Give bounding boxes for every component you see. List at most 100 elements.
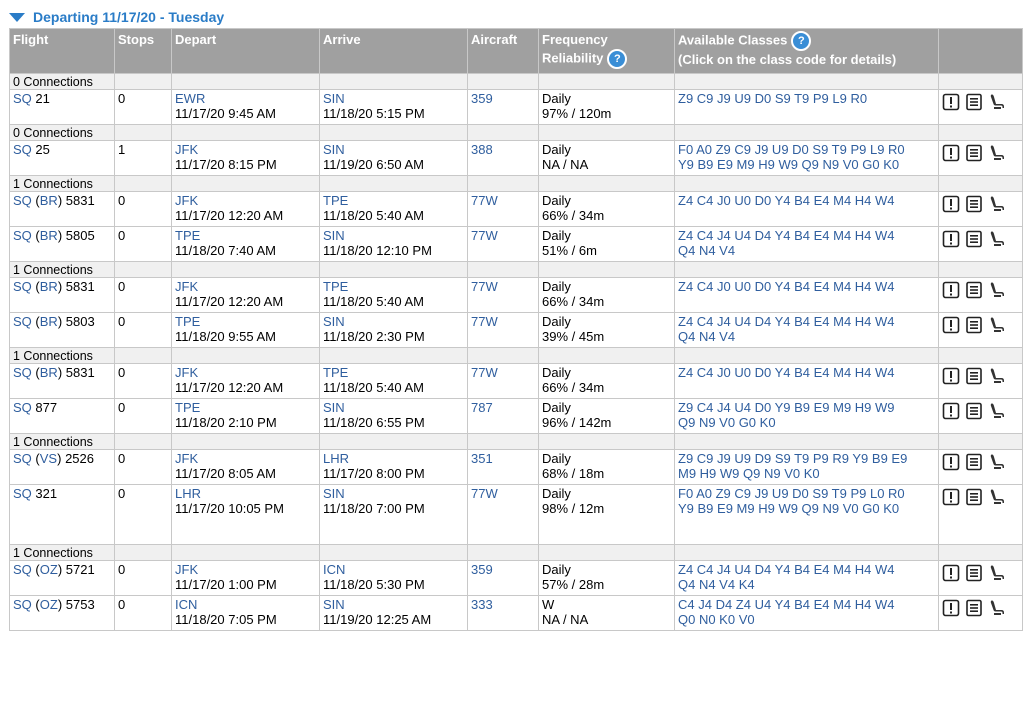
alert-icon[interactable]	[942, 281, 960, 299]
class-codes-line[interactable]: Q4 N4 V4 K4	[678, 577, 935, 592]
class-codes-line[interactable]: Y9 B9 E9 M9 H9 W9 Q9 N9 V0 G0 K0	[678, 501, 935, 516]
classes-help-icon[interactable]: ?	[791, 31, 812, 51]
seat-icon[interactable]	[988, 93, 1006, 111]
depart-airport-link[interactable]: ICN	[175, 597, 316, 612]
aircraft-link[interactable]: 388	[471, 142, 493, 157]
details-icon[interactable]	[965, 281, 983, 299]
details-icon[interactable]	[965, 93, 983, 111]
arrive-airport-link[interactable]: SIN	[323, 597, 464, 612]
class-codes-line[interactable]: Z4 C4 J0 U0 D0 Y4 B4 E4 M4 H4 W4	[678, 365, 935, 380]
arrive-airport-link[interactable]: TPE	[323, 279, 464, 294]
partner-airline-link[interactable]: BR	[40, 193, 58, 208]
seat-icon[interactable]	[988, 281, 1006, 299]
arrive-airport-link[interactable]: SIN	[323, 486, 464, 501]
arrive-airport-link[interactable]: SIN	[323, 142, 464, 157]
depart-airport-link[interactable]: TPE	[175, 400, 316, 415]
airline-code-link[interactable]: SQ	[13, 314, 32, 329]
class-codes-line[interactable]: Q0 N0 K0 V0	[678, 612, 935, 627]
class-codes-line[interactable]: M9 H9 W9 Q9 N9 V0 K0	[678, 466, 935, 481]
details-icon[interactable]	[965, 453, 983, 471]
class-codes-line[interactable]: Z4 C4 J4 U4 D4 Y4 B4 E4 M4 H4 W4	[678, 228, 935, 243]
depart-airport-link[interactable]: JFK	[175, 279, 316, 294]
seat-icon[interactable]	[988, 316, 1006, 334]
airline-code-link[interactable]: SQ	[13, 400, 32, 415]
seat-icon[interactable]	[988, 144, 1006, 162]
aircraft-link[interactable]: 77W	[471, 228, 498, 243]
airline-code-link[interactable]: SQ	[13, 279, 32, 294]
depart-airport-link[interactable]: JFK	[175, 193, 316, 208]
details-icon[interactable]	[965, 367, 983, 385]
class-codes-line[interactable]: Z9 C4 J4 U4 D0 Y9 B9 E9 M9 H9 W9	[678, 400, 935, 415]
alert-icon[interactable]	[942, 599, 960, 617]
seat-icon[interactable]	[988, 599, 1006, 617]
reliability-help-icon[interactable]: ?	[607, 49, 628, 69]
alert-icon[interactable]	[942, 316, 960, 334]
details-icon[interactable]	[965, 230, 983, 248]
details-icon[interactable]	[965, 144, 983, 162]
aircraft-link[interactable]: 351	[471, 451, 493, 466]
depart-airport-link[interactable]: TPE	[175, 314, 316, 329]
partner-airline-link[interactable]: BR	[40, 314, 58, 329]
alert-icon[interactable]	[942, 230, 960, 248]
depart-airport-link[interactable]: JFK	[175, 142, 316, 157]
arrive-airport-link[interactable]: SIN	[323, 91, 464, 106]
class-codes-line[interactable]: Q4 N4 V4	[678, 243, 935, 258]
seat-icon[interactable]	[988, 230, 1006, 248]
partner-airline-link[interactable]: OZ	[40, 562, 58, 577]
airline-code-link[interactable]: SQ	[13, 228, 32, 243]
class-codes-line[interactable]: Z9 C9 J9 U9 D0 S9 T9 P9 L9 R0	[678, 91, 935, 106]
partner-airline-link[interactable]: VS	[40, 451, 57, 466]
details-icon[interactable]	[965, 488, 983, 506]
class-codes-line[interactable]: Z4 C4 J4 U4 D4 Y4 B4 E4 M4 H4 W4	[678, 562, 935, 577]
class-codes-line[interactable]: Z4 C4 J0 U0 D0 Y4 B4 E4 M4 H4 W4	[678, 279, 935, 294]
details-icon[interactable]	[965, 316, 983, 334]
class-codes-line[interactable]: Y9 B9 E9 M9 H9 W9 Q9 N9 V0 G0 K0	[678, 157, 935, 172]
arrive-airport-link[interactable]: TPE	[323, 365, 464, 380]
details-icon[interactable]	[965, 195, 983, 213]
class-codes-line[interactable]: C4 J4 D4 Z4 U4 Y4 B4 E4 M4 H4 W4	[678, 597, 935, 612]
aircraft-link[interactable]: 77W	[471, 365, 498, 380]
airline-code-link[interactable]: SQ	[13, 365, 32, 380]
class-codes-line[interactable]: Q9 N9 V0 G0 K0	[678, 415, 935, 430]
partner-airline-link[interactable]: BR	[40, 365, 58, 380]
details-icon[interactable]	[965, 402, 983, 420]
arrive-airport-link[interactable]: TPE	[323, 193, 464, 208]
alert-icon[interactable]	[942, 564, 960, 582]
details-icon[interactable]	[965, 599, 983, 617]
aircraft-link[interactable]: 333	[471, 597, 493, 612]
alert-icon[interactable]	[942, 195, 960, 213]
depart-airport-link[interactable]: JFK	[175, 451, 316, 466]
arrive-airport-link[interactable]: ICN	[323, 562, 464, 577]
aircraft-link[interactable]: 787	[471, 400, 493, 415]
depart-airport-link[interactable]: LHR	[175, 486, 316, 501]
airline-code-link[interactable]: SQ	[13, 193, 32, 208]
aircraft-link[interactable]: 77W	[471, 279, 498, 294]
airline-code-link[interactable]: SQ	[13, 486, 32, 501]
collapse-triangle-icon[interactable]	[9, 13, 25, 22]
class-codes-line[interactable]: Q4 N4 V4	[678, 329, 935, 344]
aircraft-link[interactable]: 77W	[471, 193, 498, 208]
airline-code-link[interactable]: SQ	[13, 597, 32, 612]
alert-icon[interactable]	[942, 453, 960, 471]
aircraft-link[interactable]: 359	[471, 562, 493, 577]
seat-icon[interactable]	[988, 195, 1006, 213]
seat-icon[interactable]	[988, 402, 1006, 420]
depart-airport-link[interactable]: JFK	[175, 562, 316, 577]
alert-icon[interactable]	[942, 93, 960, 111]
arrive-airport-link[interactable]: SIN	[323, 228, 464, 243]
aircraft-link[interactable]: 359	[471, 91, 493, 106]
aircraft-link[interactable]: 77W	[471, 486, 498, 501]
details-icon[interactable]	[965, 564, 983, 582]
arrive-airport-link[interactable]: LHR	[323, 451, 464, 466]
arrive-airport-link[interactable]: SIN	[323, 314, 464, 329]
airline-code-link[interactable]: SQ	[13, 91, 32, 106]
seat-icon[interactable]	[988, 564, 1006, 582]
alert-icon[interactable]	[942, 144, 960, 162]
alert-icon[interactable]	[942, 488, 960, 506]
airline-code-link[interactable]: SQ	[13, 562, 32, 577]
aircraft-link[interactable]: 77W	[471, 314, 498, 329]
class-codes-line[interactable]: F0 A0 Z9 C9 J9 U9 D0 S9 T9 P9 L0 R0	[678, 486, 935, 501]
depart-airport-link[interactable]: TPE	[175, 228, 316, 243]
depart-airport-link[interactable]: JFK	[175, 365, 316, 380]
class-codes-line[interactable]: Z4 C4 J0 U0 D0 Y4 B4 E4 M4 H4 W4	[678, 193, 935, 208]
